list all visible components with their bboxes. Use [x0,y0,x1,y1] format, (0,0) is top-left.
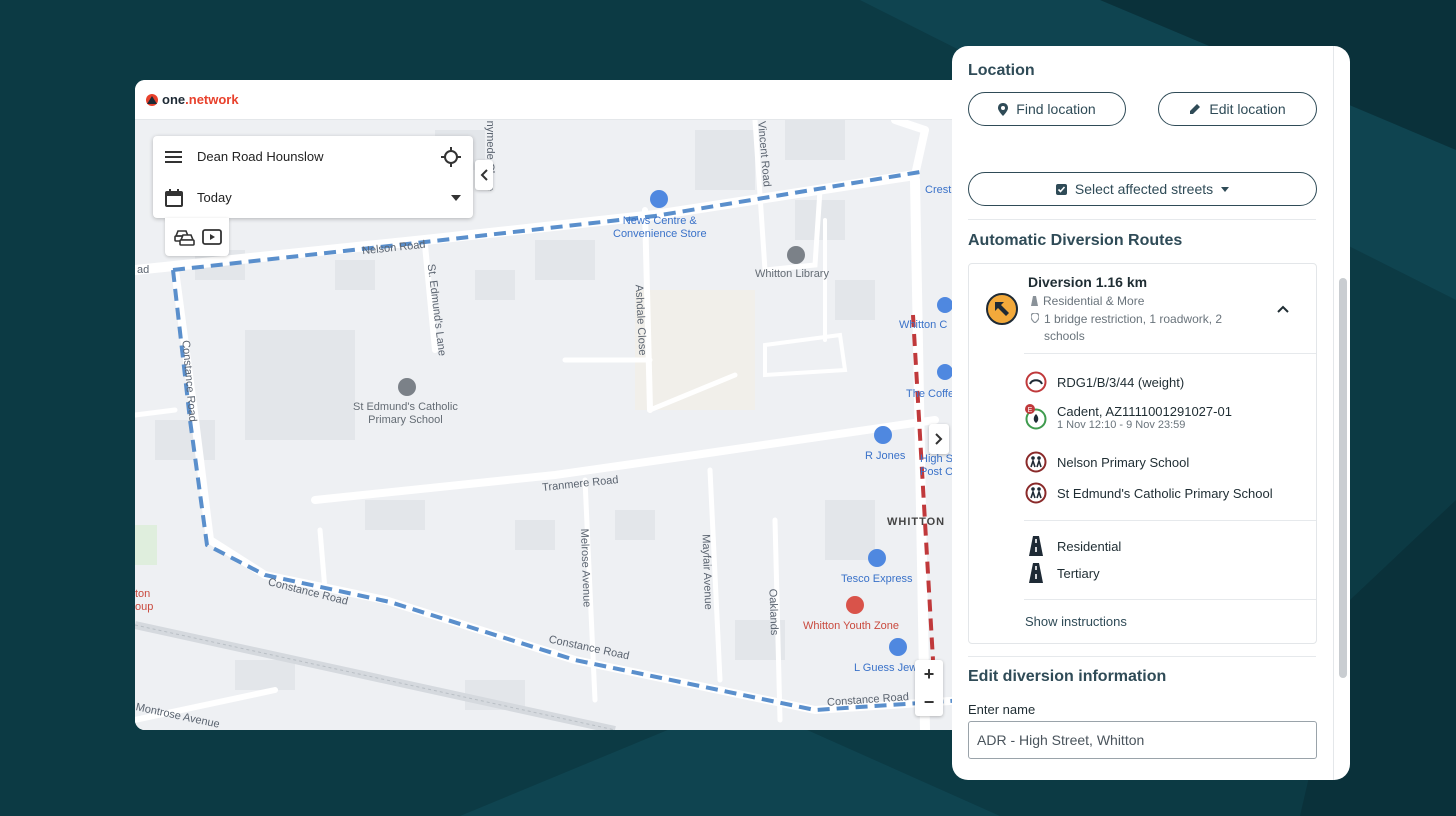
caret-down-icon [1221,186,1230,192]
auto-routes-title: Automatic Diversion Routes [968,232,1183,249]
calendar-icon [165,188,183,207]
location-search-text[interactable]: Dean Road Hounslow [197,149,441,164]
diversion-restrictions-line1: 1 bridge restriction, 1 roadwork, 2 [1044,312,1223,326]
road-class-tertiary: Tertiary [1025,563,1100,583]
restriction-item-roadwork-label: Cadent, AZ1111001291027-01 [1057,404,1232,419]
diversion-name-input[interactable]: ADR - High Street, Whitton [968,721,1317,759]
diversion-title[interactable]: Diversion 1.16 km [1028,274,1147,290]
road-icon [1029,563,1043,583]
poi-tesco-express[interactable]: Tesco Express [841,573,913,586]
map-label-edge-ad: ad [137,264,150,276]
poi-high-st-post[interactable]: High S Post O [920,453,954,479]
show-instructions-link[interactable]: Show instructions [1025,614,1127,629]
logo-mark-icon [146,93,158,106]
chevron-up-icon[interactable] [1277,305,1289,313]
poi-whitton-youth-zone[interactable]: Whitton Youth Zone [803,620,899,633]
school-icon [1025,482,1047,504]
video-play-icon[interactable] [201,228,222,246]
road-icon [1029,536,1043,556]
search-panel: Dean Road Hounslow Today [153,136,473,218]
road-class-residential-label: Residential [1057,538,1122,554]
road-icon [1031,296,1038,306]
diversion-side-panel: Location Find location Edit location Sel… [952,46,1350,780]
diversion-arrow-icon [986,293,1018,325]
divider [968,219,1316,220]
divider [968,656,1316,657]
pencil-icon [1190,104,1201,114]
road-class-tertiary-label: Tertiary [1057,565,1100,581]
divider [1024,353,1316,354]
poi-whitton-library[interactable]: Whitton Library [755,268,829,281]
diversion-road-types-text: Residential & More [1043,294,1145,308]
logo-text-network: network [188,92,239,107]
traffic-cars-icon[interactable] [173,227,195,247]
map-canvas[interactable]: Nelson Road ad Constance Road Constance … [135,120,965,730]
logo-text-one: one [162,92,186,107]
diversion-road-types: Residential & More [1031,294,1144,308]
map-pin-icon [998,102,1009,116]
map-pin-icon [1031,313,1039,323]
restriction-item-nelson-school[interactable]: Nelson Primary School [1025,451,1189,473]
select-affected-streets-label: Select affected streets [1074,181,1214,197]
location-section-title: Location [968,62,1035,79]
app-header: one.network [135,80,965,120]
poi-crest[interactable]: Crest [925,184,951,197]
one-network-logo[interactable]: one.network [145,92,239,107]
poi-ton-oup[interactable]: ton oup [135,588,153,614]
chevron-right-icon [935,433,943,445]
edit-location-label: Edit location [1209,101,1286,117]
select-affected-streets-button[interactable]: Select affected streets [968,172,1317,206]
road-class-residential: Residential [1025,536,1121,556]
find-location-label: Find location [1016,101,1096,117]
panel-scrollbar-track [1333,46,1334,780]
poi-st-edmunds-school[interactable]: St Edmund's Catholic Primary School [353,401,458,427]
locate-crosshair-icon[interactable] [441,146,461,167]
location-search-row[interactable]: Dean Road Hounslow [153,136,473,177]
poi-news-centre[interactable]: News Centre & Convenience Store [613,215,707,241]
restriction-item-roadwork-dates: 1 Nov 12:10 - 9 Nov 23:59 [1057,419,1186,431]
restriction-item-bridge-label: RDG1/B/3/44 (weight) [1057,374,1185,390]
map-label-oaklands: Oaklands [766,588,781,636]
zoom-out-button[interactable]: − [924,692,935,713]
expand-right-button[interactable] [929,424,949,454]
edit-location-button[interactable]: Edit location [1158,92,1317,126]
hamburger-menu-icon[interactable] [165,150,183,164]
map-app-window: one.network Nelson Road ad Constance Roa… [135,80,965,730]
school-icon [1025,451,1047,473]
find-location-button[interactable]: Find location [968,92,1126,126]
restriction-item-nelson-school-label: Nelson Primary School [1057,454,1190,470]
divider [1024,599,1316,600]
map-tool-buttons [165,218,229,256]
restriction-item-st-edmunds-school[interactable]: St Edmund's Catholic Primary School [1025,482,1273,504]
svg-text:E: E [1028,407,1033,414]
date-selector-text[interactable]: Today [197,190,451,205]
map-label-whitton: WHITTON [887,516,946,528]
poi-r-jones[interactable]: R Jones [865,450,905,463]
caret-down-icon[interactable] [451,194,461,201]
name-field-label: Enter name [968,702,1036,717]
zoom-in-button[interactable]: + [924,664,935,685]
diversion-card: Diversion 1.16 km Residential & More 1 b… [968,263,1317,644]
restriction-item-st-edmunds-school-label: St Edmund's Catholic Primary School [1057,485,1273,501]
divider [1024,520,1316,521]
edit-diversion-title: Edit diversion information [968,668,1167,685]
checkbox-checked-icon [1055,183,1067,195]
poi-l-guess[interactable]: L Guess Jew [854,662,917,675]
collapse-panel-button[interactable] [475,160,493,190]
poi-the-coffee[interactable]: The Coffe [906,388,954,401]
poi-whitton-c[interactable]: Whitton C [899,319,947,332]
diversion-restrictions: 1 bridge restriction, 1 roadwork, 2 scho… [1031,311,1222,345]
restriction-item-roadwork[interactable]: E Cadent, AZ1111001291027-01 1 Nov 12:10… [1025,404,1232,431]
zoom-control: + − [915,660,943,716]
roadwork-icon: E [1025,404,1047,430]
chevron-left-icon [480,169,488,181]
date-selector-row[interactable]: Today [153,177,473,218]
bridge-restriction-icon [1025,371,1047,393]
panel-scrollbar[interactable] [1339,278,1347,678]
diversion-restrictions-line2: schools [1044,329,1085,343]
restriction-item-bridge[interactable]: RDG1/B/3/44 (weight) [1025,371,1184,393]
